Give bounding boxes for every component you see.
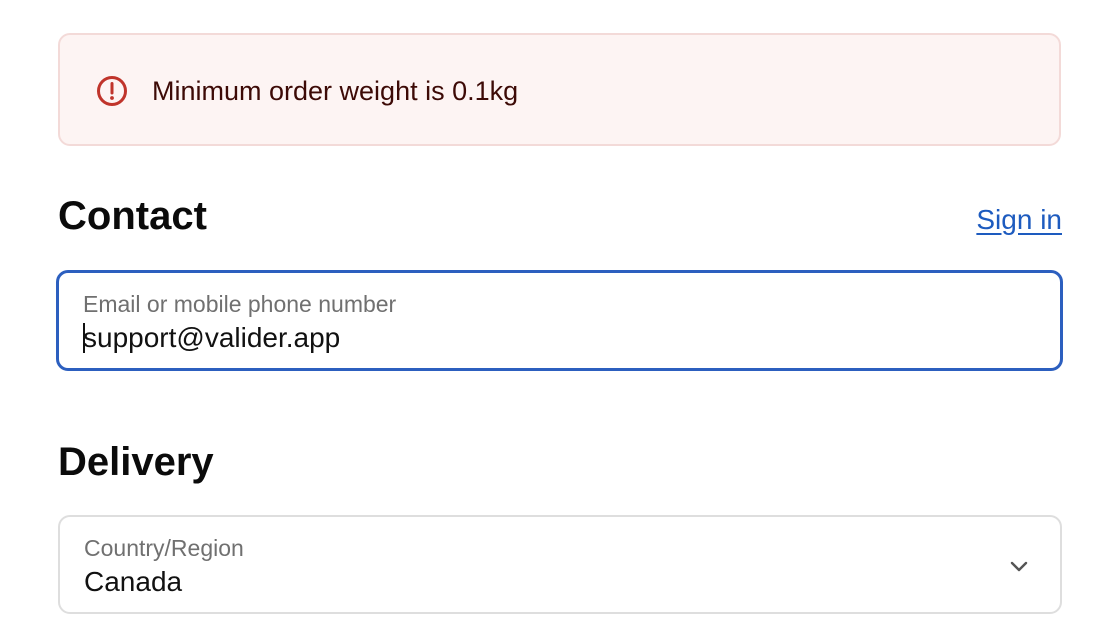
country-region-select[interactable]: Country/Region Canada — [58, 515, 1062, 614]
country-region-value: Canada — [84, 566, 183, 597]
contact-heading: Contact — [58, 194, 207, 238]
text-cursor — [83, 323, 85, 353]
error-message: Minimum order weight is 0.1kg — [152, 76, 519, 106]
checkout-page: Minimum order weight is 0.1kg Contact Si… — [0, 0, 1120, 634]
error-banner: Minimum order weight is 0.1kg — [58, 33, 1061, 146]
email-field[interactable]: Email or mobile phone number support@val… — [56, 270, 1063, 371]
chevron-down-icon — [1010, 561, 1028, 572]
email-field-label: Email or mobile phone number — [83, 291, 397, 317]
email-field-value[interactable]: support@valider.app — [83, 321, 340, 355]
sign-in-link[interactable]: Sign in — [976, 203, 1062, 237]
alert-circle-icon — [97, 76, 127, 106]
delivery-heading: Delivery — [58, 440, 214, 484]
country-region-label: Country/Region — [84, 535, 244, 561]
